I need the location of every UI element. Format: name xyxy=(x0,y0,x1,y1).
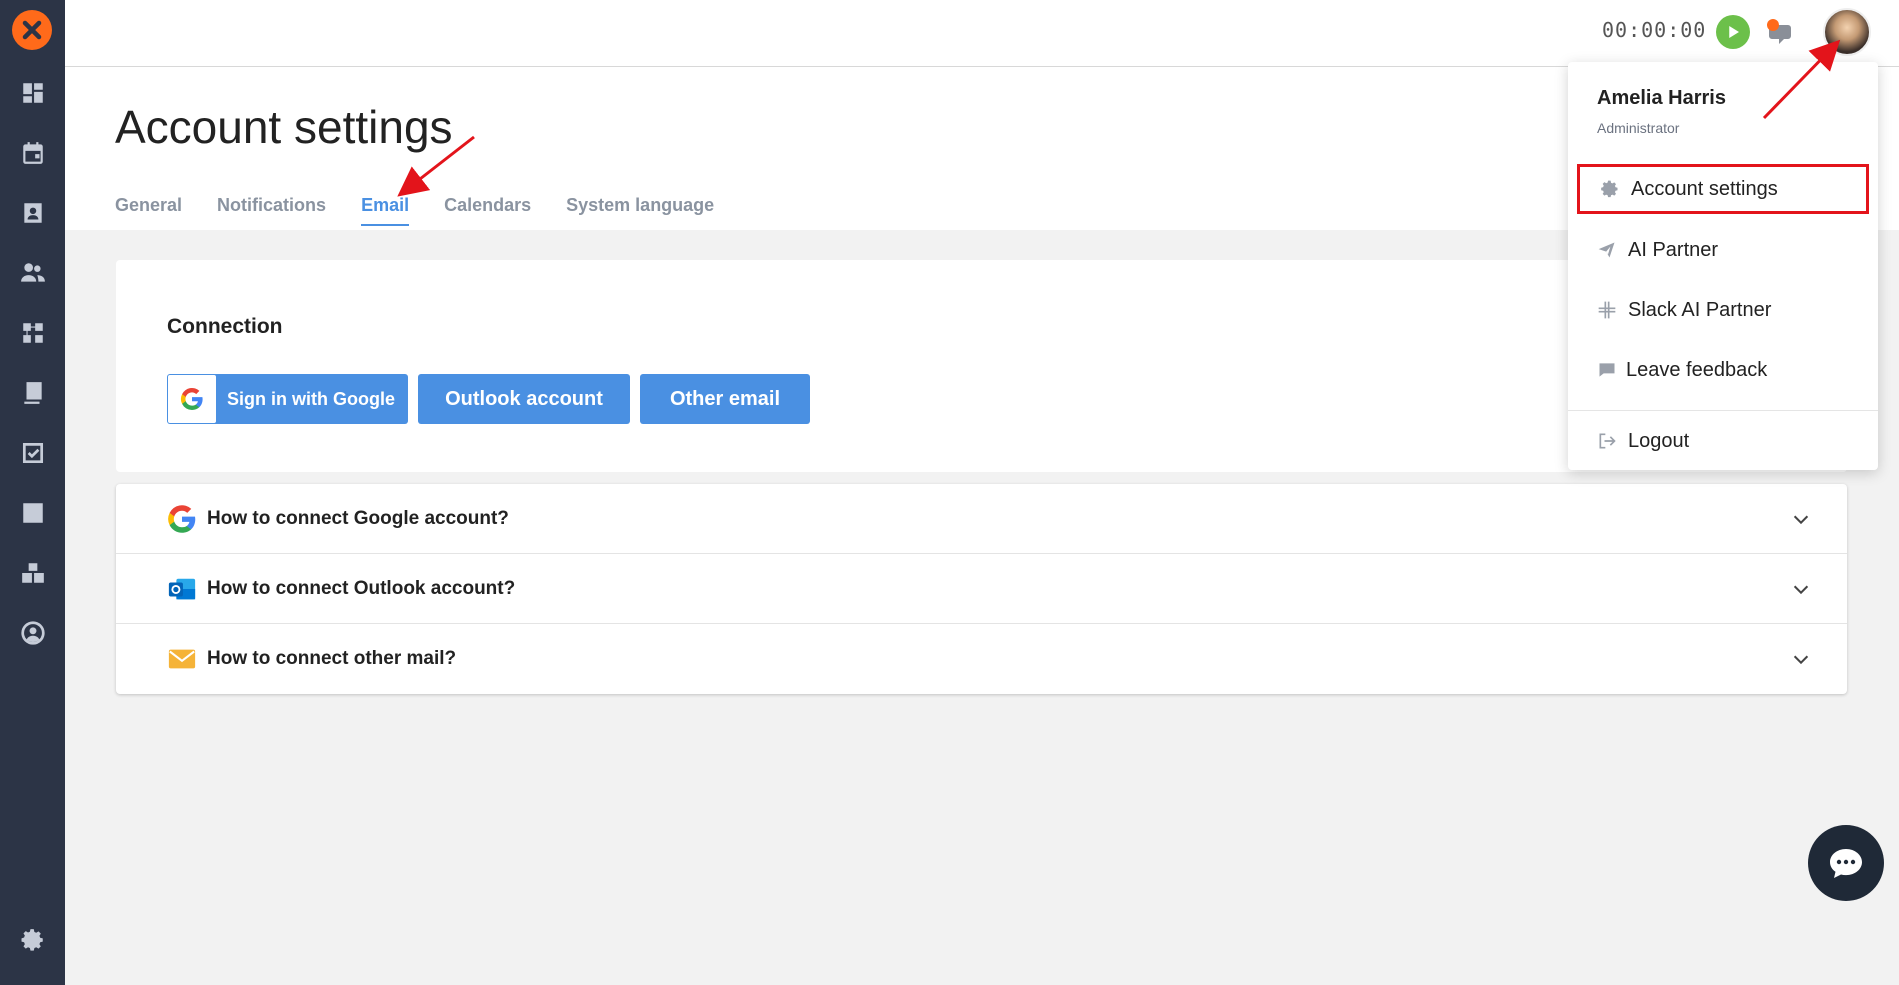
gear-icon xyxy=(1599,178,1621,200)
google-icon xyxy=(166,503,198,535)
google-button-label: Sign in with Google xyxy=(227,388,395,409)
mail-icon xyxy=(166,643,198,675)
logo-x-icon xyxy=(22,20,42,40)
faq-question: How to connect other mail? xyxy=(207,648,457,669)
chevron-down-icon xyxy=(1793,515,1809,524)
dashboard-icon[interactable] xyxy=(18,78,48,108)
reports-icon[interactable] xyxy=(18,498,48,528)
settings-tabs: General Notifications Email Calendars Sy… xyxy=(115,195,714,226)
menu-item-label: Account settings xyxy=(1631,177,1778,200)
time-tracker-display: 00:00:00 xyxy=(1602,18,1707,42)
sidebar xyxy=(0,0,65,985)
tab-system-language[interactable]: System language xyxy=(566,195,714,226)
outlook-account-button[interactable]: Outlook account xyxy=(418,374,630,424)
faq-question: How to connect Outlook account? xyxy=(207,577,516,599)
comment-icon xyxy=(1596,359,1618,381)
chat-bubble-icon xyxy=(1830,849,1862,878)
contacts-icon[interactable] xyxy=(18,198,48,228)
outlook-icon xyxy=(166,573,198,605)
workflow-icon[interactable] xyxy=(18,318,48,348)
menu-item-slack-ai-partner[interactable]: Slack AI Partner xyxy=(1568,285,1878,335)
menu-item-label: Slack AI Partner xyxy=(1628,298,1772,321)
user-name: Amelia Harris xyxy=(1597,87,1726,109)
menu-item-label: Logout xyxy=(1628,429,1690,452)
user-menu-dropdown: Amelia Harris Administrator Account sett… xyxy=(1568,62,1878,470)
documents-icon[interactable] xyxy=(18,378,48,408)
menu-item-leave-feedback[interactable]: Leave feedback xyxy=(1568,345,1878,395)
notifications-chat-icon[interactable] xyxy=(1762,15,1796,49)
chevron-down-icon xyxy=(1793,655,1809,665)
menu-item-label: Leave feedback xyxy=(1626,358,1768,381)
faq-item-other-mail[interactable]: How to connect other mail? xyxy=(116,624,1847,694)
tab-calendars[interactable]: Calendars xyxy=(444,195,531,226)
timer-play-button[interactable] xyxy=(1716,15,1750,49)
app-logo[interactable] xyxy=(12,10,52,50)
chevron-down-icon xyxy=(1793,585,1809,594)
slack-icon xyxy=(1596,299,1618,321)
warehouse-icon[interactable] xyxy=(18,558,48,588)
tab-email[interactable]: Email xyxy=(361,195,410,226)
tasks-icon[interactable] xyxy=(18,438,48,468)
support-chat-button[interactable] xyxy=(1808,825,1884,901)
google-icon xyxy=(168,375,216,423)
send-icon xyxy=(1596,239,1618,261)
menu-item-account-settings[interactable]: Account settings xyxy=(1577,164,1869,214)
profile-icon[interactable] xyxy=(18,618,48,648)
faq-item-outlook[interactable]: How to connect Outlook account? xyxy=(116,554,1847,624)
other-email-button[interactable]: Other email xyxy=(640,374,810,424)
menu-item-ai-partner[interactable]: AI Partner xyxy=(1568,225,1878,275)
faq-item-google[interactable]: How to connect Google account? xyxy=(116,484,1847,554)
gear-icon[interactable] xyxy=(18,925,48,955)
logout-icon xyxy=(1596,430,1618,452)
tab-notifications[interactable]: Notifications xyxy=(217,195,326,226)
page-title: Account settings xyxy=(115,101,453,153)
calendar-icon[interactable] xyxy=(18,138,48,168)
faq-accordion: How to connect Google account? How to co… xyxy=(116,484,1847,694)
play-icon xyxy=(1729,26,1739,38)
faq-question: How to connect Google account? xyxy=(207,507,509,529)
user-avatar[interactable] xyxy=(1823,8,1871,56)
users-icon[interactable] xyxy=(18,258,48,288)
menu-divider xyxy=(1568,410,1878,411)
user-role: Administrator xyxy=(1597,120,1680,136)
tab-general[interactable]: General xyxy=(115,195,182,226)
sign-in-with-google-button[interactable]: Sign in with Google xyxy=(167,374,408,424)
menu-item-logout[interactable]: Logout xyxy=(1568,416,1878,466)
menu-item-label: AI Partner xyxy=(1628,238,1719,261)
connection-title: Connection xyxy=(167,315,283,338)
